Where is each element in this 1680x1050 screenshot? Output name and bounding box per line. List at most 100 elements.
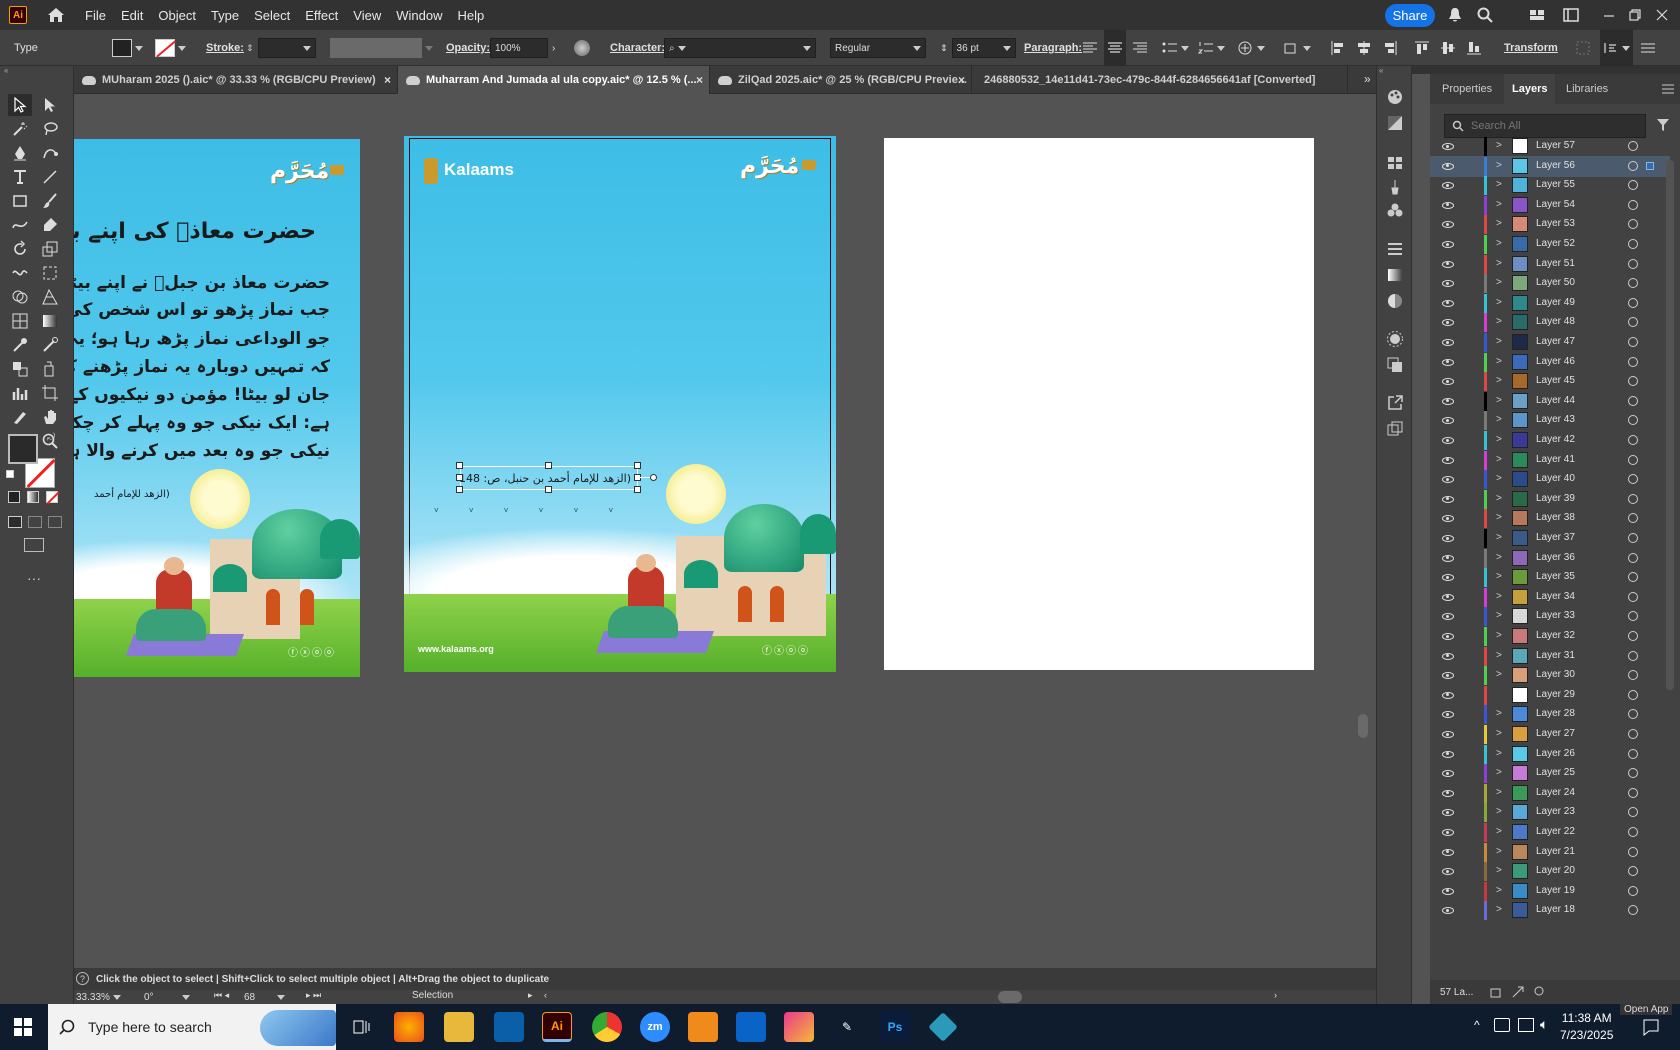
expand-chevron-icon[interactable]: > <box>1496 846 1502 857</box>
layer-name[interactable]: Layer 40 <box>1536 473 1575 484</box>
layer-name[interactable]: Layer 53 <box>1536 218 1575 229</box>
hand-tool-icon[interactable] <box>38 406 62 428</box>
layer-target-icon[interactable] <box>1628 337 1638 347</box>
artboard-number-field[interactable]: 68 <box>244 990 296 1004</box>
opacity-field[interactable]: 100% › <box>490 30 555 66</box>
measure-tool-icon[interactable] <box>38 334 62 356</box>
layer-target-icon[interactable] <box>1628 258 1638 269</box>
visibility-eye-icon[interactable] <box>1442 397 1454 405</box>
visibility-eye-icon[interactable] <box>1442 691 1454 699</box>
layer-row[interactable]: > Layer 47 <box>1430 332 1670 353</box>
vertical-scrollbar-thumb[interactable] <box>1358 714 1368 738</box>
selection-tool-icon[interactable] <box>8 94 32 116</box>
layer-name[interactable]: Layer 33 <box>1536 610 1575 621</box>
expand-chevron-icon[interactable]: > <box>1496 708 1502 719</box>
visibility-eye-icon[interactable] <box>1442 182 1454 190</box>
expand-chevron-icon[interactable]: > <box>1496 728 1502 739</box>
expand-chevron-icon[interactable]: > <box>1496 885 1502 896</box>
workspace-icon[interactable] <box>1562 6 1580 24</box>
layer-target-icon[interactable] <box>1628 905 1638 916</box>
screen-mode-icon[interactable] <box>24 538 44 552</box>
locate-object-icon[interactable] <box>1533 985 1547 999</box>
tab-converted-file[interactable]: 246880532_14e11d41-73ec-479c-844f-628465… <box>972 66 1348 94</box>
visibility-eye-icon[interactable] <box>1442 750 1454 758</box>
layer-name[interactable]: Layer 39 <box>1536 493 1575 504</box>
fill-swatch-large[interactable] <box>8 434 38 464</box>
curvature-tool-icon[interactable] <box>38 142 62 164</box>
appearance-icon[interactable] <box>1386 330 1404 348</box>
layer-target-icon[interactable] <box>1628 219 1638 230</box>
layer-target-icon[interactable] <box>1628 611 1638 622</box>
menu-type[interactable]: Type <box>211 8 239 23</box>
layer-target-icon[interactable] <box>1628 591 1638 602</box>
selection-handle[interactable] <box>545 462 552 469</box>
photoshop-icon[interactable]: Ps <box>880 1012 910 1042</box>
tray-arrow-icon[interactable]: ^ <box>1474 1018 1480 1032</box>
glyph-icon[interactable] <box>1236 30 1265 66</box>
layer-target-icon[interactable] <box>1628 846 1638 857</box>
layer-target-icon[interactable] <box>1628 160 1638 171</box>
align-bottom-icon[interactable] <box>1466 30 1482 66</box>
layer-target-icon[interactable] <box>1628 239 1638 249</box>
layer-name[interactable]: Layer 35 <box>1536 571 1575 582</box>
layer-target-icon[interactable] <box>1628 827 1638 837</box>
layer-target-icon[interactable] <box>1628 709 1638 720</box>
visibility-eye-icon[interactable] <box>1442 593 1454 601</box>
layers-search-input[interactable]: Search All <box>1444 114 1646 138</box>
artboard-3[interactable] <box>884 138 1314 670</box>
align-center-icon[interactable] <box>1104 30 1126 66</box>
menu-view[interactable]: View <box>353 8 381 23</box>
layer-row[interactable]: > Layer 21 <box>1430 842 1670 863</box>
expand-chevron-icon[interactable]: > <box>1496 277 1502 288</box>
layer-target-icon[interactable] <box>1628 885 1638 896</box>
font-family-field[interactable]: ⌕ <box>664 30 816 66</box>
export-icon[interactable] <box>1386 394 1404 412</box>
layer-name[interactable]: Layer 52 <box>1536 238 1575 249</box>
expand-chevron-icon[interactable]: > <box>1496 552 1502 563</box>
layer-target-icon[interactable] <box>1628 415 1638 426</box>
layer-target-icon[interactable] <box>1628 376 1638 387</box>
layer-row[interactable]: > Layer 22 <box>1430 822 1670 843</box>
expand-chevron-icon[interactable]: > <box>1496 748 1502 759</box>
panel-menu-icon[interactable] <box>1662 83 1674 95</box>
layer-name[interactable]: Layer 38 <box>1536 512 1575 523</box>
layer-name[interactable]: Layer 22 <box>1536 826 1575 837</box>
gradient-panel-icon[interactable] <box>1386 266 1404 284</box>
expand-chevron-icon[interactable]: > <box>1496 669 1502 680</box>
scroll-right-arrow[interactable]: › <box>1274 990 1277 1000</box>
visibility-eye-icon[interactable] <box>1442 731 1454 738</box>
expand-chevron-icon[interactable]: > <box>1496 591 1502 602</box>
align-left-edges-icon[interactable] <box>1330 30 1346 66</box>
creative-cloud-icon[interactable] <box>784 1012 814 1042</box>
expand-chevron-icon[interactable]: > <box>1496 806 1502 817</box>
tab-close-icon[interactable]: × <box>696 73 703 87</box>
visibility-eye-icon[interactable] <box>1442 907 1454 915</box>
none-mode-icon[interactable] <box>46 491 60 505</box>
expand-chevron-icon[interactable]: > <box>1496 454 1502 465</box>
canvas[interactable]: مُحَرَّم حضرت معاذؓ کی اپنے بیٹے کو حضرت… <box>74 94 1376 968</box>
visibility-eye-icon[interactable] <box>1442 652 1454 660</box>
more-options-icon[interactable] <box>1640 30 1656 66</box>
layer-name[interactable]: Layer 29 <box>1536 689 1575 700</box>
bell-icon[interactable] <box>1446 6 1464 24</box>
visibility-eye-icon[interactable] <box>1442 378 1454 386</box>
layer-name[interactable]: Layer 48 <box>1536 316 1575 327</box>
opacity-value[interactable]: 100% <box>490 38 548 58</box>
layer-row[interactable]: > Layer 18 <box>1430 900 1670 921</box>
layer-name[interactable]: Layer 44 <box>1536 395 1575 406</box>
visibility-eye-icon[interactable] <box>1442 221 1454 229</box>
layer-target-icon[interactable] <box>1628 533 1638 543</box>
stroke-label[interactable]: Stroke: <box>206 30 244 66</box>
visibility-eye-icon[interactable] <box>1442 887 1454 895</box>
network-icon[interactable] <box>1518 1018 1534 1032</box>
artboards-panel-icon[interactable] <box>1386 420 1404 438</box>
outlook-icon[interactable] <box>736 1012 766 1042</box>
transform-label[interactable]: Transform <box>1504 30 1558 66</box>
layer-name[interactable]: Layer 57 <box>1536 140 1575 151</box>
layer-row[interactable]: > Layer 19 <box>1430 881 1670 902</box>
layer-row[interactable]: > Layer 52 <box>1430 234 1670 255</box>
export-layer-icon[interactable] <box>1511 985 1525 999</box>
layer-name[interactable]: Layer 34 <box>1536 591 1575 602</box>
layer-name[interactable]: Layer 36 <box>1536 552 1575 563</box>
collect-export-icon[interactable] <box>1489 985 1503 999</box>
